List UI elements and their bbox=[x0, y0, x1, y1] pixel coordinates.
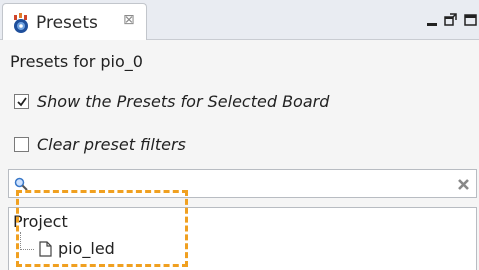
file-icon bbox=[39, 240, 52, 257]
search-box[interactable] bbox=[8, 169, 477, 198]
checkmark-icon bbox=[17, 97, 27, 107]
tree-connector bbox=[20, 232, 21, 250]
tab-presets[interactable]: Presets ⊠ bbox=[2, 3, 147, 41]
tree-root-project[interactable]: Project bbox=[13, 212, 68, 231]
presets-view: Presets for pio_0 Show the Presets for S… bbox=[0, 40, 479, 270]
show-presets-checkbox[interactable]: Show the Presets for Selected Board bbox=[14, 92, 329, 111]
checkbox-checked[interactable] bbox=[14, 94, 29, 109]
tab-title: Presets bbox=[36, 12, 98, 33]
tree-item-label: pio_led bbox=[58, 239, 115, 258]
view-controls bbox=[427, 13, 477, 26]
clear-filters-checkbox[interactable]: Clear preset filters bbox=[14, 135, 186, 154]
clear-icon[interactable] bbox=[457, 178, 470, 191]
view-tab-bar: Presets ⊠ bbox=[0, 0, 479, 41]
tree-connector bbox=[20, 249, 34, 250]
search-input[interactable] bbox=[35, 174, 435, 194]
tree-item-pio-led[interactable]: pio_led bbox=[39, 239, 115, 258]
presets-tree: Project pio_led bbox=[8, 207, 477, 270]
presets-icon bbox=[14, 12, 28, 33]
close-icon[interactable]: ⊠ bbox=[123, 12, 135, 28]
show-presets-label: Show the Presets for Selected Board bbox=[37, 92, 330, 111]
search-icon bbox=[14, 177, 28, 191]
minimize-icon[interactable] bbox=[427, 22, 437, 26]
checkbox-unchecked[interactable] bbox=[14, 137, 29, 152]
restore-icon[interactable] bbox=[444, 13, 457, 26]
clear-filters-label: Clear preset filters bbox=[37, 135, 186, 154]
presets-heading: Presets for pio_0 bbox=[10, 52, 143, 71]
maximize-icon[interactable] bbox=[464, 13, 477, 26]
